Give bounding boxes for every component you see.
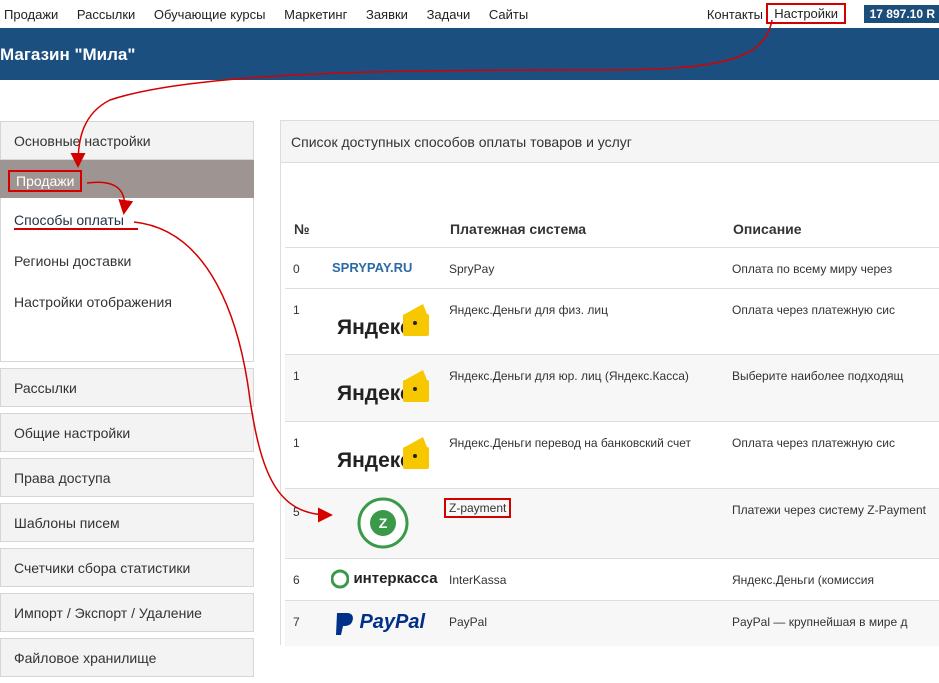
wallet-icon [403, 304, 429, 336]
row-desc: Оплата через платежную сис [732, 303, 895, 317]
row-system[interactable]: SpryPay [449, 262, 494, 276]
paypal-logo: PayPal [333, 611, 425, 637]
row-desc: Оплата по всему миру через [732, 262, 893, 276]
sidebar-item-label: Импорт / Экспорт / Удаление [14, 605, 202, 621]
row-system[interactable]: Z-payment [444, 498, 512, 518]
nav-settings[interactable]: Настройки [766, 3, 846, 24]
nav-sites[interactable]: Сайты [489, 7, 528, 22]
highlight-underline [14, 228, 138, 230]
row-desc: Выберите наиболее подходящ [732, 369, 904, 383]
sidebar-item-templates[interactable]: Шаблоны писем [0, 503, 254, 542]
row-system[interactable]: InterKassa [449, 573, 506, 587]
sidebar-item-general[interactable]: Общие настройки [0, 413, 254, 452]
row-desc: Оплата через платежную сис [732, 436, 895, 450]
main-nav: Продажи Рассылки Обучающие курсы Маркети… [4, 7, 543, 22]
paypal-icon [336, 613, 353, 635]
nav-contacts[interactable]: Контакты [707, 7, 763, 22]
row-num: 5 [293, 505, 300, 519]
sidebar-item-label: Права доступа [14, 470, 111, 486]
table-row[interactable]: 7 PayPal PayPal PayPal — крупнейшая в ми… [285, 600, 939, 646]
sidebar: Основные настройки Продажи Способы оплат… [0, 121, 254, 683]
sidebar-item-main-settings[interactable]: Основные настройки [0, 121, 254, 160]
sidebar-item-label: Файловое хранилище [14, 650, 157, 666]
sidebar-item-label: Основные настройки [14, 133, 151, 149]
sidebar-subitem-payment-methods[interactable]: Способы оплаты [14, 212, 124, 228]
sidebar-subitem-display-settings[interactable]: Настройки отображения [14, 294, 172, 310]
page-title: Магазин "Мила" [0, 45, 136, 64]
row-num: 1 [293, 436, 300, 450]
row-desc: Яндекс.Деньги (комиссия [732, 573, 874, 587]
nav-courses[interactable]: Обучающие курсы [154, 7, 266, 22]
table-row[interactable]: 0 SPRYPAY.RU SpryPay Оплата по всему мир… [285, 247, 939, 289]
wallet-icon [403, 370, 429, 402]
sidebar-item-label: Общие настройки [14, 425, 131, 441]
interkassa-logo-text: интеркасса [353, 570, 438, 588]
interkassa-logo: интеркасса [330, 567, 438, 591]
row-system[interactable]: Яндекс.Деньги для юр. лиц (Яндекс.Касса) [449, 369, 689, 383]
interkassa-icon [330, 569, 350, 589]
sidebar-submenu: Способы оплаты Регионы доставки Настройк… [0, 198, 254, 362]
row-num: 1 [293, 303, 300, 317]
nav-mailings[interactable]: Рассылки [77, 7, 135, 22]
sidebar-item-access[interactable]: Права доступа [0, 458, 254, 497]
table-row[interactable]: 1 Яндекс Яндекс.Деньги перевод на банков… [285, 421, 939, 489]
row-num: 6 [293, 573, 300, 587]
sidebar-subitem-delivery-regions[interactable]: Регионы доставки [14, 253, 131, 269]
table-row[interactable]: 1 Яндекс Яндекс.Деньги для физ. лиц Опла… [285, 288, 939, 355]
row-desc: Платежи через систему Z-Payment [732, 503, 926, 517]
balance-badge[interactable]: 17 897.10 R [863, 5, 939, 23]
nav-sales[interactable]: Продажи [4, 7, 58, 22]
row-system[interactable]: Яндекс.Деньги для физ. лиц [449, 303, 608, 317]
sidebar-item-import-export[interactable]: Импорт / Экспорт / Удаление [0, 593, 254, 632]
sidebar-item-label: Продажи [8, 170, 83, 192]
svg-text:Z: Z [379, 515, 388, 531]
sidebar-item-label: Счетчики сбора статистики [14, 560, 191, 576]
sidebar-item-counters[interactable]: Счетчики сбора статистики [0, 548, 254, 587]
sidebar-item-label: Шаблоны писем [14, 515, 120, 531]
panel-title: Список доступных способов оплаты товаров… [291, 134, 632, 150]
row-num: 0 [293, 262, 300, 276]
nav-requests[interactable]: Заявки [366, 7, 408, 22]
table-row[interactable]: 5 Z Z-payment Платежи через систему Z-Pa… [285, 488, 939, 559]
sidebar-item-label: Рассылки [14, 380, 77, 396]
col-header-system: Платежная система [450, 221, 587, 237]
zpayment-link[interactable]: Z-payment [444, 498, 512, 518]
row-desc: PayPal — крупнейшая в мире д [732, 615, 908, 629]
col-header-desc: Описание [733, 221, 802, 237]
top-menu: Продажи Рассылки Обучающие курсы Маркети… [0, 0, 939, 28]
sprypay-logo: SPRYPAY.RU [332, 260, 412, 275]
col-header-num: № [294, 221, 310, 237]
wallet-icon [403, 437, 429, 469]
payment-methods-panel: Список доступных способов оплаты товаров… [280, 120, 939, 646]
nav-marketing[interactable]: Маркетинг [284, 7, 347, 22]
row-system[interactable]: PayPal [449, 615, 487, 629]
row-num: 7 [293, 615, 300, 629]
sidebar-item-sales[interactable]: Продажи [0, 160, 254, 198]
row-num: 1 [293, 369, 300, 383]
row-system[interactable]: Яндекс.Деньги перевод на банковский счет [449, 436, 691, 450]
sidebar-item-mailings[interactable]: Рассылки [0, 368, 254, 407]
site-header: Магазин "Мила" [0, 28, 939, 80]
table-row[interactable]: 6 интеркасса InterKassa Яндекс.Деньги (к… [285, 558, 939, 601]
panel-header: Список доступных способов оплаты товаров… [281, 121, 939, 163]
nav-tasks[interactable]: Задачи [427, 7, 471, 22]
zpayment-logo: Z [357, 497, 409, 549]
paypal-logo-text: PayPal [359, 611, 426, 634]
sprypay-logo-text: SPRYPAY.RU [332, 260, 413, 275]
table-row[interactable]: 1 Яндекс Яндекс.Деньги для юр. лиц (Янде… [285, 354, 939, 422]
